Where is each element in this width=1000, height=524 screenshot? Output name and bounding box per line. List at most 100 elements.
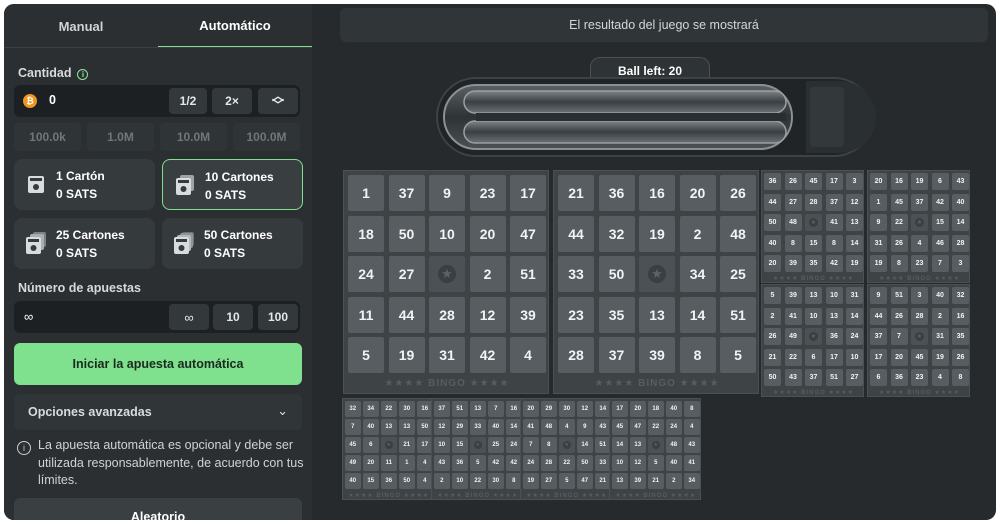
- bingo-cell: 8: [679, 337, 716, 373]
- card-option-price: 0 SATS: [56, 246, 98, 260]
- amount-label: Cantidad: [18, 66, 72, 80]
- amount-input[interactable]: ₿ 0 1/2 2× ︿ ﹀: [14, 85, 300, 117]
- card-option-50[interactable]: 50 Cartones 0 SATS: [162, 218, 303, 269]
- bingo-cell: 39: [639, 337, 675, 373]
- bingo-cell: 37: [805, 369, 822, 386]
- bingo-cell: 44: [764, 193, 781, 211]
- bets-10-button[interactable]: 10: [213, 304, 253, 330]
- bingo-cell: 50: [764, 369, 781, 386]
- bingo-cell: 36: [381, 473, 397, 489]
- bets-value[interactable]: ∞: [24, 309, 33, 324]
- bingo-card: 21 36 16 20 26 44 32 19 2 48 33 50 ★ 34 25 23 35 13 14 51 28…: [553, 170, 759, 394]
- bingo-cell: 14: [577, 437, 593, 453]
- bingo-cell: 5: [764, 287, 781, 304]
- card-option-1[interactable]: 1 Cartón 0 SATS: [14, 159, 155, 210]
- card-footer: ★★★★ BINGO ★★★★: [437, 492, 519, 499]
- bingo-cell: 19: [388, 337, 425, 373]
- bingo-cell: 20: [523, 401, 539, 417]
- bets-input[interactable]: ∞ ∞ 10 100: [14, 301, 300, 333]
- bingo-cell: 18: [648, 401, 664, 417]
- bingo-cell: 31: [429, 337, 465, 373]
- bingo-cell: 13: [470, 401, 486, 417]
- bingo-cell: 8: [784, 234, 802, 252]
- game-result-banner: El resultado del juego se mostrará: [340, 8, 988, 42]
- tab-automatic[interactable]: Automático: [158, 4, 312, 48]
- card-pile-icon: [174, 232, 194, 254]
- start-autobet-button[interactable]: Iniciar la apuesta automática: [14, 343, 302, 385]
- bingo-cell: 41: [684, 455, 700, 471]
- bingo-cell: 13: [399, 419, 415, 435]
- bingo-cell: 27: [388, 256, 425, 292]
- bingo-cell: 48: [666, 437, 682, 453]
- bingo-cell: 21: [764, 348, 781, 366]
- card-footer: ★★★★ BINGO ★★★★: [772, 390, 855, 396]
- info-icon[interactable]: i: [77, 69, 89, 80]
- bingo-cell: 26: [720, 175, 756, 211]
- infinite-bets-button[interactable]: ∞: [169, 304, 209, 330]
- bingo-card: 37 51 13 7 16 12 29 33 40 14 10 15 ★ 25 24 43 36 5 42 42 2 10…: [431, 398, 523, 500]
- bingo-cell: 13: [381, 419, 397, 435]
- bingo-cell: 8: [952, 369, 969, 386]
- bingo-cell: 6: [363, 437, 379, 453]
- bingo-cell: 26: [784, 173, 802, 190]
- bingo-cell: 31: [931, 328, 949, 345]
- bingo-cell: 14: [679, 296, 716, 333]
- bingo-cell: 41: [784, 307, 802, 325]
- half-button[interactable]: 1/2: [169, 88, 207, 114]
- bingo-cell: 23: [469, 175, 506, 211]
- bingo-cell: 40: [363, 419, 379, 435]
- bingo-card: 32 34 22 30 16 7 40 13 13 50 45 6 ★ 21 17 49 20 11 1 4 40 15 3…: [342, 398, 434, 500]
- bingo-card: 20 16 19 6 43 1 45 37 42 40 9 22 ★ 15 14 31 26 4 46 28 19 8 23…: [867, 170, 970, 283]
- card-option-title: 1 Cartón: [56, 169, 105, 183]
- bingo-cell: 2: [679, 215, 716, 252]
- bingo-cell: 20: [363, 455, 379, 471]
- card-footer: ★★★★ BINGO ★★★★: [878, 390, 961, 396]
- bingo-cell: 4: [510, 337, 546, 373]
- bingo-card: 17 20 18 40 8 45 47 22 24 4 14 13 ★ 48 43 10 12 5 40 41 13 39…: [609, 398, 701, 500]
- bingo-cell: 39: [630, 473, 646, 489]
- quick-amount-100k[interactable]: 100.0k: [14, 123, 81, 151]
- bingo-cell: 10: [429, 215, 465, 252]
- card-option-price: 0 SATS: [204, 246, 246, 260]
- bingo-cell: 18: [348, 215, 384, 252]
- bingo-cell: 2: [764, 307, 781, 325]
- tab-manual[interactable]: Manual: [4, 4, 158, 48]
- amount-value[interactable]: 0: [49, 93, 56, 107]
- card-option-25[interactable]: 25 Cartones 0 SATS: [14, 218, 155, 269]
- advanced-options-toggle[interactable]: Opciones avanzadas ⌄: [14, 394, 302, 430]
- bingo-cell: 13: [805, 287, 822, 304]
- double-button[interactable]: 2×: [212, 88, 252, 114]
- quick-amount-100m[interactable]: 100.0M: [233, 123, 300, 151]
- amount-stepper[interactable]: ︿ ﹀: [258, 88, 298, 114]
- bingo-cell: 9: [870, 287, 887, 304]
- bingo-cell: 13: [825, 307, 843, 325]
- chevron-down-icon: ⌄: [277, 403, 288, 418]
- bet-panel: Manual Automático Cantidad i ₿ 0 1/2 2× ︿…: [4, 4, 312, 520]
- bingo-cell: 50: [388, 215, 425, 252]
- bingo-cell: 41: [825, 214, 843, 231]
- bingo-cell: 24: [666, 419, 682, 435]
- card-option-10[interactable]: 10 Cartones 0 SATS: [162, 159, 303, 210]
- bingo-cell: 40: [931, 287, 949, 304]
- two-cards-icon: [176, 175, 194, 195]
- bingo-cell: 36: [764, 173, 781, 190]
- bingo-cell: 35: [805, 255, 822, 272]
- bingo-cell: 20: [870, 173, 887, 190]
- bingo-cell: 12: [469, 296, 506, 333]
- bingo-cell: 15: [452, 437, 468, 453]
- bingo-cell: 22: [381, 401, 397, 417]
- bingo-cell: 19: [870, 255, 887, 272]
- quick-amount-10m[interactable]: 10.0M: [160, 123, 227, 151]
- bingo-cell: 14: [846, 307, 863, 325]
- bingo-card: 9 51 3 40 32 44 26 28 2 16 37 7 ★ 31 35 17 20 45 19 26 6 36 23…: [867, 284, 970, 397]
- random-button[interactable]: Aleatorio: [14, 498, 302, 520]
- card-option-price: 0 SATS: [205, 188, 247, 202]
- bingo-cell: 43: [684, 437, 700, 453]
- chevron-down-icon[interactable]: ﹀: [272, 99, 284, 111]
- bets-100-button[interactable]: 100: [258, 304, 298, 330]
- bingo-cell: 47: [630, 419, 646, 435]
- bingo-cell: 12: [630, 455, 646, 471]
- bingo-cell: 40: [345, 473, 361, 489]
- quick-amount-1m[interactable]: 1.0M: [87, 123, 154, 151]
- bingo-cell: 42: [469, 337, 506, 373]
